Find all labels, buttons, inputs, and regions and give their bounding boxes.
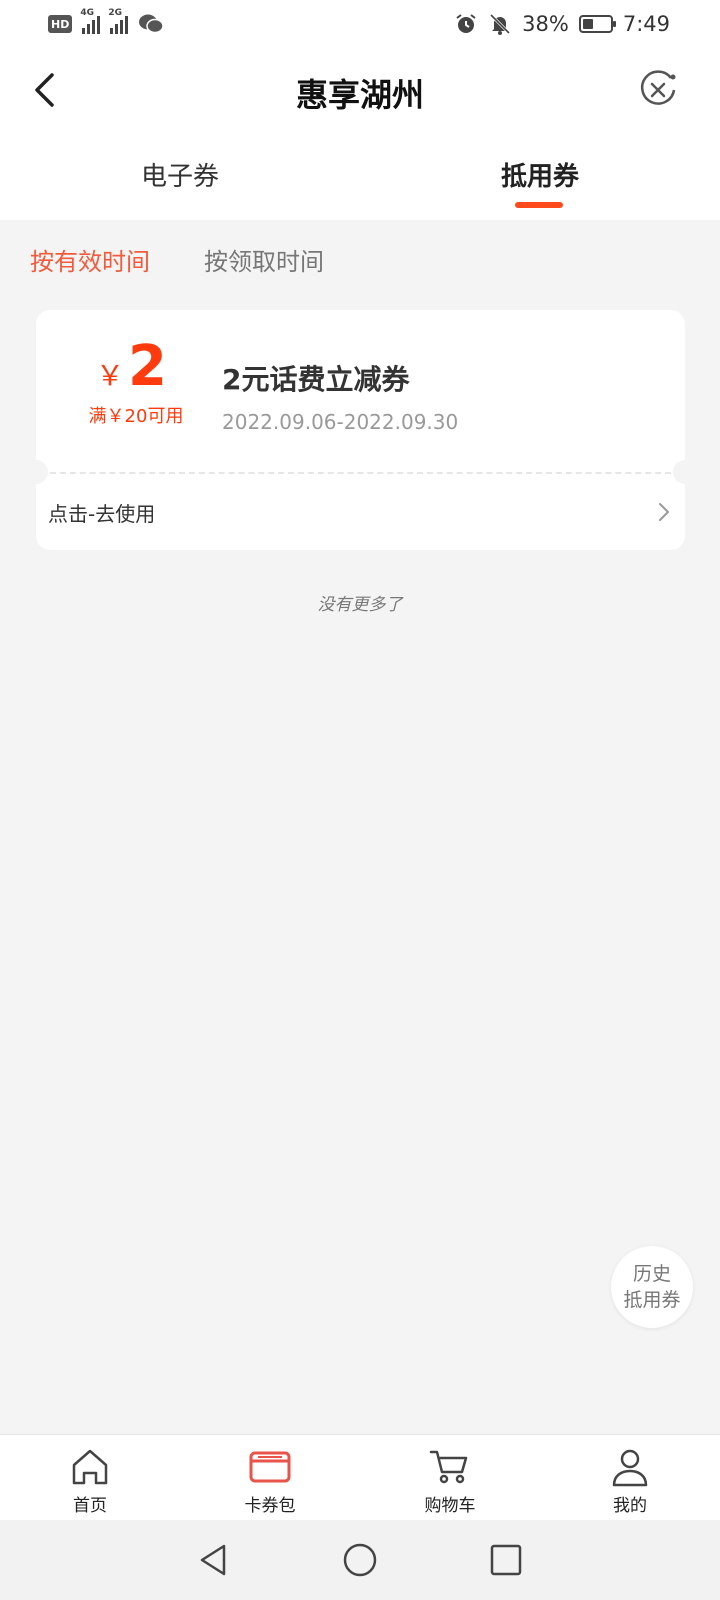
sort-by-receive-time[interactable]: 按领取时间 [204, 242, 324, 277]
amount-value: 2 [128, 334, 167, 399]
nav-card-wallet[interactable]: 卡券包 [180, 1435, 360, 1520]
currency-symbol: ￥ [96, 359, 125, 392]
clock: 7:49 [622, 12, 670, 36]
nav-cart-label: 购物车 [424, 1496, 476, 1516]
usage-condition: 满￥20可用 [88, 406, 184, 427]
tab-discount-coupon[interactable]: 抵用券 [440, 156, 640, 193]
nav-home[interactable]: 首页 [0, 1435, 180, 1520]
alarm-icon [456, 14, 476, 33]
tab-electronic-coupon[interactable]: 电子券 [80, 156, 280, 193]
signal-4g-icon: 4G [80, 8, 101, 34]
sort-by-valid-time[interactable]: 按有效时间 [30, 242, 150, 277]
coupon-type-tabs: 电子券 抵用券 [0, 136, 720, 220]
system-nav-bar [0, 1520, 720, 1600]
status-left: HD 4G 2G [48, 8, 165, 35]
nav-home-label: 首页 [73, 1496, 107, 1516]
coupon-card[interactable]: ￥ 2 满￥20可用 2元话费立减券 2022.09.06-2022.09.30… [24, 310, 697, 550]
coupon-info: ￥ 2 满￥20可用 2元话费立减券 2022.09.06-2022.09.30 [36, 310, 685, 472]
status-right: 38% 7:49 [454, 12, 670, 36]
end-of-list-text: 没有更多了 [317, 595, 403, 615]
signal-2g-icon: 2G [108, 8, 129, 34]
hd-icon: HD [48, 15, 73, 33]
active-tab-indicator [515, 202, 563, 208]
wechat-icon [139, 14, 165, 34]
nav-card-wallet-label: 卡券包 [244, 1496, 296, 1516]
battery-icon [578, 15, 616, 33]
coupon-amount: ￥ 2 [96, 334, 167, 399]
system-back-icon[interactable] [196, 1542, 232, 1578]
nav-profile-label: 我的 [613, 1496, 647, 1516]
nav-cart[interactable]: 购物车 [360, 1435, 540, 1520]
mute-bell-icon [490, 13, 511, 35]
use-coupon-row[interactable]: 点击-去使用 [36, 474, 685, 550]
history-label-line1: 历史 [632, 1263, 671, 1285]
nav-profile[interactable]: 我的 [540, 1435, 720, 1520]
system-recents-icon[interactable] [488, 1542, 524, 1578]
coupon-title: 2元话费立减券 [222, 363, 410, 396]
close-miniapp-button[interactable] [636, 68, 680, 112]
history-coupons-button[interactable]: 历史 抵用券 [611, 1246, 693, 1328]
home-icon [72, 1449, 108, 1485]
status-bar: HD 4G 2G 38% 7:49 [0, 0, 720, 48]
chevron-right-icon [659, 503, 669, 521]
cart-icon [429, 1450, 468, 1484]
system-home-icon[interactable] [342, 1542, 378, 1578]
battery-fill [582, 19, 593, 29]
use-coupon-label: 点击-去使用 [48, 502, 156, 526]
sort-options: 按有效时间 按领取时间 [30, 242, 324, 277]
bottom-nav: 首页 卡券包 购物车 我的 [0, 1434, 720, 1520]
close-circle-icon [640, 70, 676, 105]
history-label-line2: 抵用券 [623, 1289, 681, 1311]
header: 惠享湖州 [0, 48, 720, 136]
battery-percent: 38% [522, 12, 569, 36]
page-title: 惠享湖州 [295, 76, 424, 114]
card-wallet-icon [249, 1451, 291, 1483]
user-icon [612, 1449, 648, 1487]
coupon-validity: 2022.09.06-2022.09.30 [222, 410, 459, 434]
